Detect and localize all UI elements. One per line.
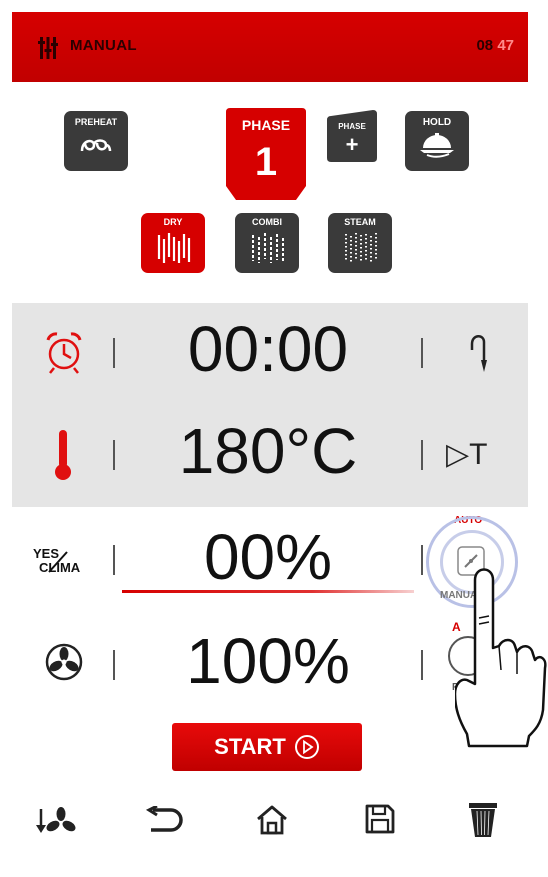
home-icon[interactable] xyxy=(255,803,289,837)
trash-icon[interactable] xyxy=(469,803,497,837)
pointing-hand-icon xyxy=(455,568,547,748)
steam-mode-button[interactable]: STEAM xyxy=(328,213,392,273)
add-phase-label: PHASE xyxy=(338,122,366,131)
phase-1-button[interactable]: PHASE 1 xyxy=(226,108,306,202)
separator xyxy=(113,338,115,368)
separator xyxy=(113,650,115,680)
combi-label: COMBI xyxy=(252,217,282,227)
humidity-value[interactable]: 00% xyxy=(150,520,386,594)
steam-label: STEAM xyxy=(344,217,376,227)
separator xyxy=(421,440,423,470)
hold-label: HOLD xyxy=(422,117,452,128)
separator xyxy=(113,440,115,470)
preheat-label: PREHEAT xyxy=(74,117,118,127)
preheat-button[interactable]: PREHEAT xyxy=(64,111,128,171)
delta-t-icon[interactable]: ▷T xyxy=(446,437,487,472)
phase-number: 1 xyxy=(254,140,278,184)
save-icon[interactable] xyxy=(364,803,396,835)
core-probe-icon[interactable] xyxy=(468,330,496,374)
combi-icon xyxy=(252,233,284,263)
dry-mode-button[interactable]: DRY xyxy=(141,213,205,273)
fan-speed-value[interactable]: 100% xyxy=(150,624,386,698)
hold-button[interactable]: HOLD xyxy=(405,111,469,171)
cloche-icon xyxy=(420,133,454,158)
add-phase-button[interactable]: PHASE + xyxy=(327,110,377,162)
fan-icon[interactable] xyxy=(44,642,84,682)
dry-lines-icon xyxy=(157,233,191,263)
separator xyxy=(421,545,423,575)
separator xyxy=(421,338,423,368)
start-button[interactable]: START xyxy=(172,723,362,771)
heating-coil-icon xyxy=(80,139,112,152)
clima-label: CLIMA xyxy=(39,560,81,575)
top-bar: MANUAL 08 47 xyxy=(12,12,528,82)
timer-value[interactable]: 00:00 xyxy=(150,312,386,386)
fan-down-icon[interactable] xyxy=(36,805,76,839)
sliders-icon[interactable] xyxy=(38,37,58,59)
clock-hour: 08 xyxy=(476,37,494,54)
dry-label: DRY xyxy=(163,217,183,227)
play-circle-icon xyxy=(294,735,319,759)
phase-label: PHASE xyxy=(241,117,291,133)
start-label: START xyxy=(214,734,286,759)
plus-icon: + xyxy=(345,132,359,157)
clock-minute: 47 xyxy=(497,37,514,54)
clock: 08 47 xyxy=(476,37,514,54)
alarm-clock-icon[interactable] xyxy=(44,330,84,374)
combi-mode-button[interactable]: COMBI xyxy=(235,213,299,273)
back-icon[interactable] xyxy=(145,806,183,836)
humidity-slider-track[interactable] xyxy=(122,590,414,593)
separator xyxy=(421,650,423,680)
thermometer-icon[interactable] xyxy=(52,428,74,482)
steam-dots-icon xyxy=(345,233,377,264)
yes-clima-logo: YES CLIMA xyxy=(33,546,93,580)
separator xyxy=(113,545,115,575)
page-title: MANUAL xyxy=(70,37,137,54)
temperature-value[interactable]: 180°C xyxy=(150,414,386,488)
